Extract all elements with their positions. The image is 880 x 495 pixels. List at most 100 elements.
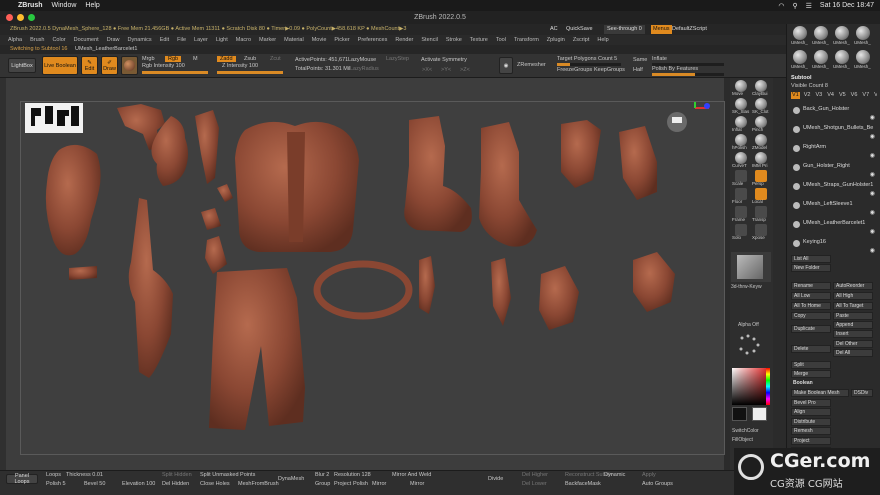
subtool-list-item[interactable]: UMesh_LeftSleeve1 ◉ [791, 201, 877, 216]
subtool-list-item[interactable]: Keying16 ◉ [791, 239, 877, 254]
menu-window[interactable]: Window [52, 2, 77, 9]
del-other-button[interactable]: Del Other [833, 340, 873, 348]
lazystep-slider[interactable]: LazyStep [386, 56, 409, 62]
shelf-brush-button[interactable]: ZModel [752, 134, 771, 151]
subtool-list-item[interactable]: UMesh_Straps_GunHolster1 ◉ [791, 182, 877, 197]
merge-button[interactable]: Merge [791, 370, 831, 378]
bullet-belt-sculpt[interactable] [69, 266, 97, 280]
menu-item[interactable]: Marker [259, 35, 276, 45]
shelf-brush-button[interactable]: Floor [732, 188, 751, 205]
material-sphere-button[interactable] [121, 56, 138, 75]
boot-left-sculpt[interactable] [404, 116, 472, 232]
mirror-and-weld-button[interactable]: Mirror And Weld [392, 472, 431, 478]
menu-item[interactable]: Draw [107, 35, 120, 45]
subtool-list-item[interactable]: UMesh_LeatherBarcelet1 ◉ [791, 220, 877, 235]
visibility-eye-icon[interactable]: ◉ [870, 228, 875, 235]
blur-slider[interactable]: Blur 2 [315, 472, 329, 478]
menu-item[interactable]: Preferences [358, 35, 388, 45]
subtool-thumbnail[interactable] [793, 50, 807, 64]
subtool-list-item[interactable]: Gun_Holster_Right ◉ [791, 163, 877, 178]
subtool-list-item[interactable]: Back_Gun_Holster ◉ [791, 106, 877, 121]
menu-item[interactable]: Transform [514, 35, 539, 45]
subtool-title[interactable]: Subtool [791, 75, 877, 82]
shelf-brush-button[interactable]: Inflat [732, 116, 751, 133]
loops-slider[interactable]: Loops [46, 472, 61, 478]
minimize-window-button[interactable] [17, 14, 24, 21]
z-intensity-label[interactable]: Z Intensity 100 [222, 63, 258, 69]
project-button[interactable]: Project [791, 437, 831, 445]
subtool-thumbnail[interactable] [856, 26, 870, 40]
menu-item[interactable]: Stroke [446, 35, 462, 45]
shelf-brush-button[interactable]: IMM Pri [752, 152, 771, 169]
sleeve-strap-sculpt[interactable] [419, 256, 435, 314]
visibility-eye-icon[interactable]: ◉ [870, 190, 875, 197]
polish-toggle[interactable]: Polish [353, 481, 368, 487]
navigation-gizmo[interactable] [667, 98, 715, 132]
menu-item[interactable]: Dynamics [128, 35, 152, 45]
bevel-pro-button[interactable]: Bevel Pro [791, 399, 831, 407]
boot-right-sculpt[interactable] [479, 122, 537, 247]
menus-toggle[interactable]: Menus [651, 25, 672, 34]
version-button[interactable]: V7 [861, 92, 870, 99]
new-folder-button[interactable]: New Folder [791, 264, 831, 272]
hue-slider[interactable] [766, 368, 770, 405]
wifi-icon[interactable]: ◠ [778, 2, 784, 10]
subtool-thumbnail[interactable] [814, 50, 828, 64]
menu-item[interactable]: Layer [194, 35, 208, 45]
duplicate-button[interactable]: Duplicate [791, 325, 831, 333]
rgb-intensity-label[interactable]: Rgb Intensity 100 [142, 63, 185, 69]
apply-button[interactable]: Apply [642, 472, 656, 478]
autoreorder-button[interactable]: AutoReorder [833, 282, 873, 290]
shelf-brush-button[interactable]: hPolish [732, 134, 751, 151]
elevation-slider[interactable]: Elevation 100 [122, 481, 155, 487]
menu-item[interactable]: Alpha [8, 35, 22, 45]
mirror-button[interactable]: Mirror [372, 481, 386, 487]
divide-button[interactable]: Divide [488, 476, 503, 482]
boolean-button[interactable]: Boolean [791, 380, 831, 388]
see-through-slider[interactable]: See-through 0 [604, 25, 645, 34]
rgb-button[interactable]: Rgb [165, 56, 182, 62]
main-color-swatch[interactable] [732, 407, 747, 421]
keep-groups-button[interactable]: KeepGroups [594, 67, 625, 73]
visibility-eye-icon[interactable]: ◉ [870, 247, 875, 254]
zsub-button[interactable]: Zsub [244, 56, 256, 62]
clock[interactable]: Sat 16 Dec 18:47 [820, 2, 874, 9]
subtool-thumbnail[interactable] [814, 26, 828, 40]
belt-ring-sculpt[interactable] [313, 260, 413, 320]
buckle-sculpt[interactable] [201, 208, 221, 230]
del-hidden-button[interactable]: Del Hidden [162, 481, 189, 487]
lazyradius-slider[interactable]: LazyRadius [350, 66, 379, 72]
visible-count-slider[interactable]: Visible Count 8 [791, 83, 877, 90]
split-hidden-button[interactable]: Split Hidden [162, 472, 192, 478]
holster-sculpt[interactable] [561, 120, 601, 188]
fillobject-button[interactable]: FillObject [732, 437, 753, 443]
default-zscript-button[interactable]: DefaultZScript [672, 24, 707, 35]
resolution-slider[interactable]: Resolution 128 [334, 472, 371, 478]
all-to-home-button[interactable]: All To Home [791, 302, 831, 310]
app-menu[interactable]: ZBrush [18, 2, 43, 9]
group-button[interactable]: Group [315, 481, 330, 487]
quicksave-button[interactable]: QuickSave [566, 24, 593, 35]
bevel-slider[interactable]: Bevel 50 [84, 481, 105, 487]
document-canvas[interactable] [20, 98, 725, 455]
menu-item[interactable]: Render [395, 35, 413, 45]
all-high-button[interactable]: All High [833, 292, 873, 300]
control-center-icon[interactable]: ☰ [806, 2, 812, 10]
revolver-sculpt[interactable] [195, 110, 219, 184]
symmetry-z-button[interactable]: >Z< [460, 67, 470, 73]
dsdiv-button[interactable]: DSDiv [851, 389, 873, 397]
append-button[interactable]: Append [833, 321, 873, 329]
split-button[interactable]: Split [791, 361, 831, 369]
brush-name[interactable]: 3d-thrw-Keyw [731, 284, 762, 290]
secondary-color-swatch[interactable] [752, 407, 767, 421]
menu-item[interactable]: Light [216, 35, 228, 45]
menu-item[interactable]: Document [74, 35, 99, 45]
version-button[interactable]: V3 [814, 92, 823, 99]
menu-item[interactable]: Help [597, 35, 608, 45]
mirror-axis-button[interactable]: Mirror [410, 481, 424, 487]
mesh-from-brush-button[interactable]: MeshFromBrush [238, 481, 279, 487]
polish-slider[interactable]: Polish 5 [46, 481, 66, 487]
delete-button[interactable]: Delete [791, 345, 831, 353]
del-higher-button[interactable]: Del Higher [522, 472, 548, 478]
rename-button[interactable]: Rename [791, 282, 831, 290]
